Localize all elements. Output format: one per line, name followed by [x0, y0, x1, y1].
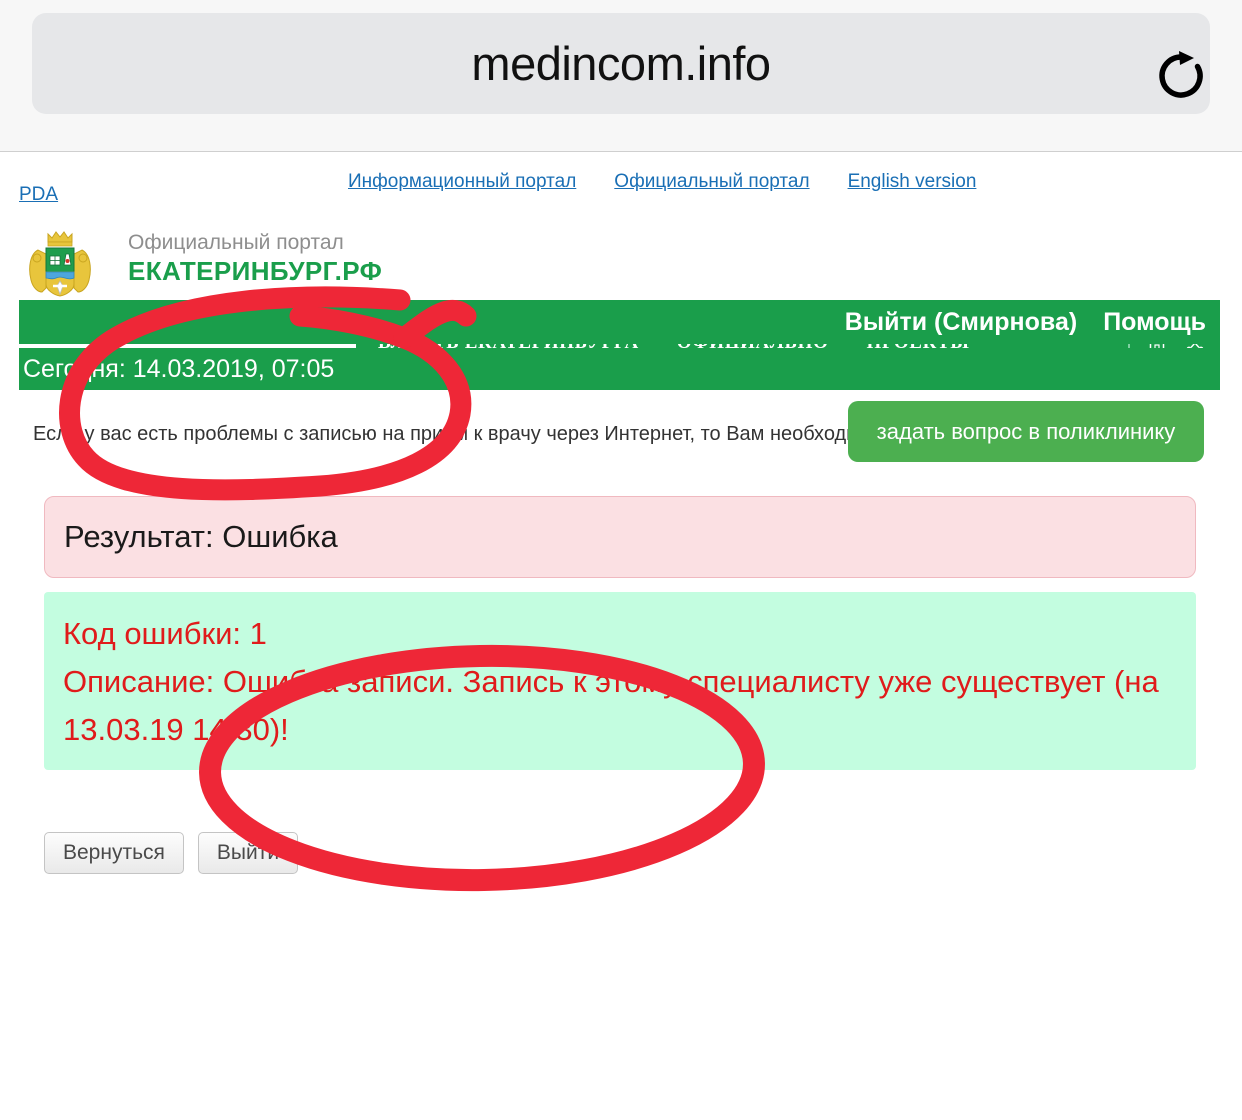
url-text: medincom.info — [471, 37, 771, 90]
date-bar: Сегодня: 14.03.2019, 07:05 — [19, 348, 1220, 390]
error-description-line: Описание: Ошибка записи. Запись к этому … — [63, 664, 1159, 748]
result-banner: Результат: Ошибка — [44, 496, 1196, 578]
header-row: Официальный портал ЕКАТЕРИНБУРГ.РФ ВЛАСТ… — [0, 226, 1242, 365]
user-bar-links: Выйти (Смирнова) Помощь — [845, 300, 1206, 344]
help-link[interactable]: Помощь — [1103, 308, 1206, 337]
link-pda[interactable]: PDA — [19, 184, 58, 206]
portal-links: Информационный портал Официальный портал… — [348, 171, 976, 193]
user-bar: Выйти (Смирнова) Помощь — [19, 300, 1220, 344]
logout-link[interactable]: Выйти (Смирнова) — [845, 308, 1077, 337]
browser-chrome: medincom.info — [0, 0, 1242, 152]
link-official-portal[interactable]: Официальный портал — [614, 171, 809, 193]
coat-of-arms-icon — [22, 228, 98, 300]
result-text: Результат: Ошибка — [64, 519, 338, 554]
logo-text: Официальный портал ЕКАТЕРИНБУРГ.РФ — [128, 231, 382, 286]
error-code-line: Код ошибки: 1 — [63, 616, 267, 651]
back-button[interactable]: Вернуться — [44, 832, 184, 874]
current-date-text: Сегодня: 14.03.2019, 07:05 — [23, 354, 335, 383]
error-details-box: Код ошибки: 1 Описание: Ошибка записи. З… — [44, 592, 1196, 770]
info-row: Если у вас есть проблемы с записью на пр… — [0, 397, 1242, 477]
link-english-version[interactable]: English version — [848, 171, 977, 193]
info-text: Если у вас есть проблемы с записью на пр… — [33, 423, 883, 445]
logo-line-1: Официальный портал — [128, 231, 344, 254]
top-links-row: PDA Информационный портал Официальный по… — [0, 152, 1242, 214]
page-content: PDA Информационный портал Официальный по… — [0, 152, 1242, 1120]
reload-icon[interactable] — [1150, 45, 1212, 107]
action-buttons: Вернуться Выйти — [44, 832, 299, 874]
address-bar[interactable]: medincom.info — [32, 13, 1210, 114]
ask-question-button[interactable]: задать вопрос в поликлинику — [848, 401, 1204, 462]
link-info-portal[interactable]: Информационный портал — [348, 171, 576, 193]
logo-line-2: ЕКАТЕРИНБУРГ.РФ — [128, 255, 383, 286]
exit-button[interactable]: Выйти — [197, 832, 299, 874]
